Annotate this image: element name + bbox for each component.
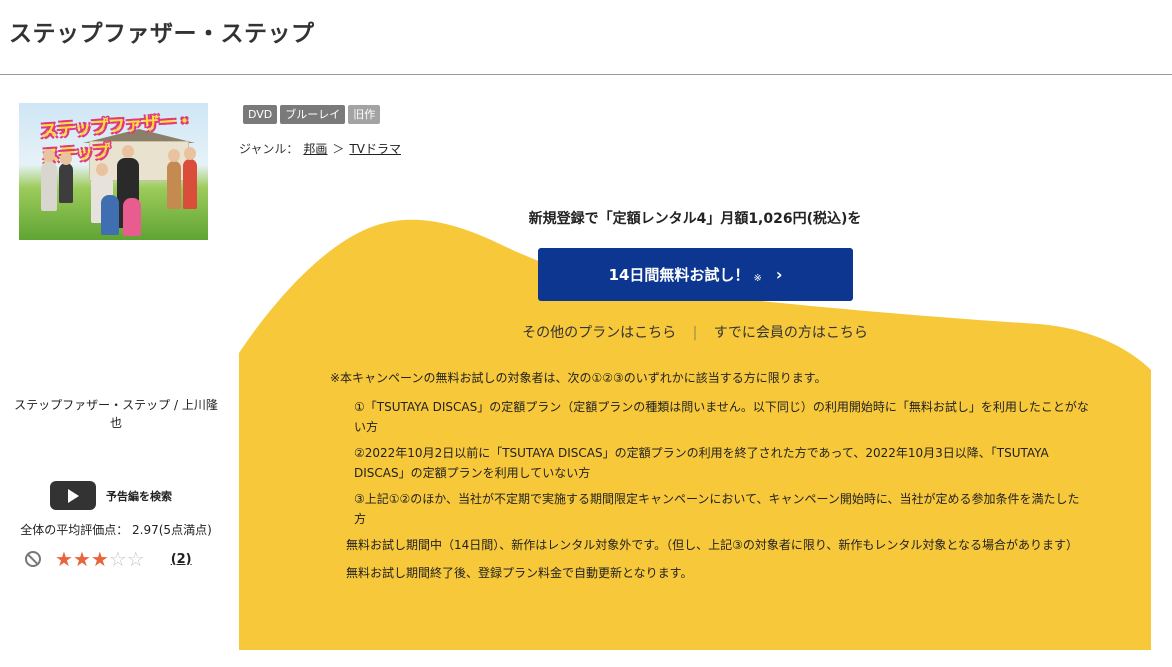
header-divider xyxy=(0,74,1172,75)
play-icon xyxy=(50,481,96,510)
free-trial-button[interactable]: 14日間無料お試し！ ※ › xyxy=(538,248,853,301)
thumbnail-figure xyxy=(167,161,181,209)
page-title: ステップファザー・ステップ xyxy=(9,21,315,47)
notes-item: ③上記①②のほか、当社が不定期で実施する期間限定キャンペーンにおいて、キャンペー… xyxy=(354,492,1080,526)
breadcrumb-arrow: ＞ xyxy=(332,142,345,156)
campaign-notes: ※本キャンペーンの無料お試しの対象者は、次の①②③のいずれかに該当する方に限りま… xyxy=(330,368,1090,591)
notes-lead: ※本キャンペーンの無料お試しの対象者は、次の①②③のいずれかに該当する方に限りま… xyxy=(330,371,827,385)
chevron-right-icon: › xyxy=(775,265,783,284)
thumbnail-head xyxy=(168,149,180,162)
notes-auto-renew: 無料お試し期間終了後、登録プラン料金で自動更新となります。 xyxy=(346,566,693,580)
note-mark: ※ xyxy=(753,273,762,284)
thumbnail-head xyxy=(96,163,108,176)
notes-item: ①「TSUTAYA DISCAS」の定額プラン（定額プランの種類は問いません。以… xyxy=(354,400,1089,434)
thumbnail-figure xyxy=(101,195,119,235)
star-icon: ☆ xyxy=(108,547,127,571)
no-entry-icon[interactable] xyxy=(25,551,41,567)
star-icon: ★ xyxy=(90,547,109,571)
other-plans-link[interactable]: その他のプランはこちら xyxy=(522,325,676,341)
free-trial-label: 14日間無料お試し！ xyxy=(608,266,750,284)
genre-breadcrumb: ジャンル： 邦画 ＞ TVドラマ xyxy=(239,140,401,157)
trailer-search-button[interactable]: 予告編を検索 xyxy=(50,481,172,510)
genre-label: ジャンル： xyxy=(239,142,299,156)
genre-link-japanese-film[interactable]: 邦画 xyxy=(303,140,327,157)
thumbnail-figure xyxy=(123,198,141,236)
format-tags: DVD ブルーレイ 旧作 xyxy=(243,105,381,124)
notes-trial-period: 無料お試し期間中（14日間）、新作はレンタル対象外です。（但し、上記③の対象者に… xyxy=(346,538,1078,552)
thumbnail-head xyxy=(60,152,72,165)
average-rating: 全体の平均評価点： 2.97(5点満点) xyxy=(20,523,212,537)
trailer-label: 予告編を検索 xyxy=(106,489,172,503)
thumbnail-figure xyxy=(59,163,73,203)
plan-links: その他のプランはこちら | すでに会員の方はこちら xyxy=(239,322,1151,342)
tag-dvd: DVD xyxy=(243,105,278,124)
notes-item: ②2022年10月2日以前に「TSUTAYA DISCAS」の定額プランの利用を… xyxy=(354,446,1049,480)
thumbnail-figure xyxy=(183,159,197,209)
tag-old-release: 旧作 xyxy=(348,105,381,124)
thumbnail-head xyxy=(122,145,134,158)
link-separator: | xyxy=(692,325,698,341)
title-thumbnail[interactable]: ステップファザー・ステップ xyxy=(19,103,208,240)
star-icon: ★ xyxy=(72,547,91,571)
promo-headline: 新規登録で「定額レンタル4」月額1,026円(税込)を xyxy=(528,211,862,227)
title-credit: ステップファザー・ステップ / 上川隆也 xyxy=(14,398,218,430)
tag-bluray: ブルーレイ xyxy=(280,105,346,124)
thumbnail-figure xyxy=(41,161,57,211)
genre-link-tv-drama[interactable]: TVドラマ xyxy=(349,140,401,157)
star-icon: ☆ xyxy=(126,547,145,571)
star-rating: ★ ★ ★ ☆ ☆ xyxy=(55,547,145,571)
review-count-link[interactable]: (2) xyxy=(171,552,192,567)
thumbnail-head xyxy=(184,147,196,160)
thumbnail-head xyxy=(43,149,55,162)
star-icon: ★ xyxy=(55,547,73,571)
member-login-link[interactable]: すでに会員の方はこちら xyxy=(714,325,868,341)
rating-row: ★ ★ ★ ☆ ☆ (2) xyxy=(25,547,215,571)
